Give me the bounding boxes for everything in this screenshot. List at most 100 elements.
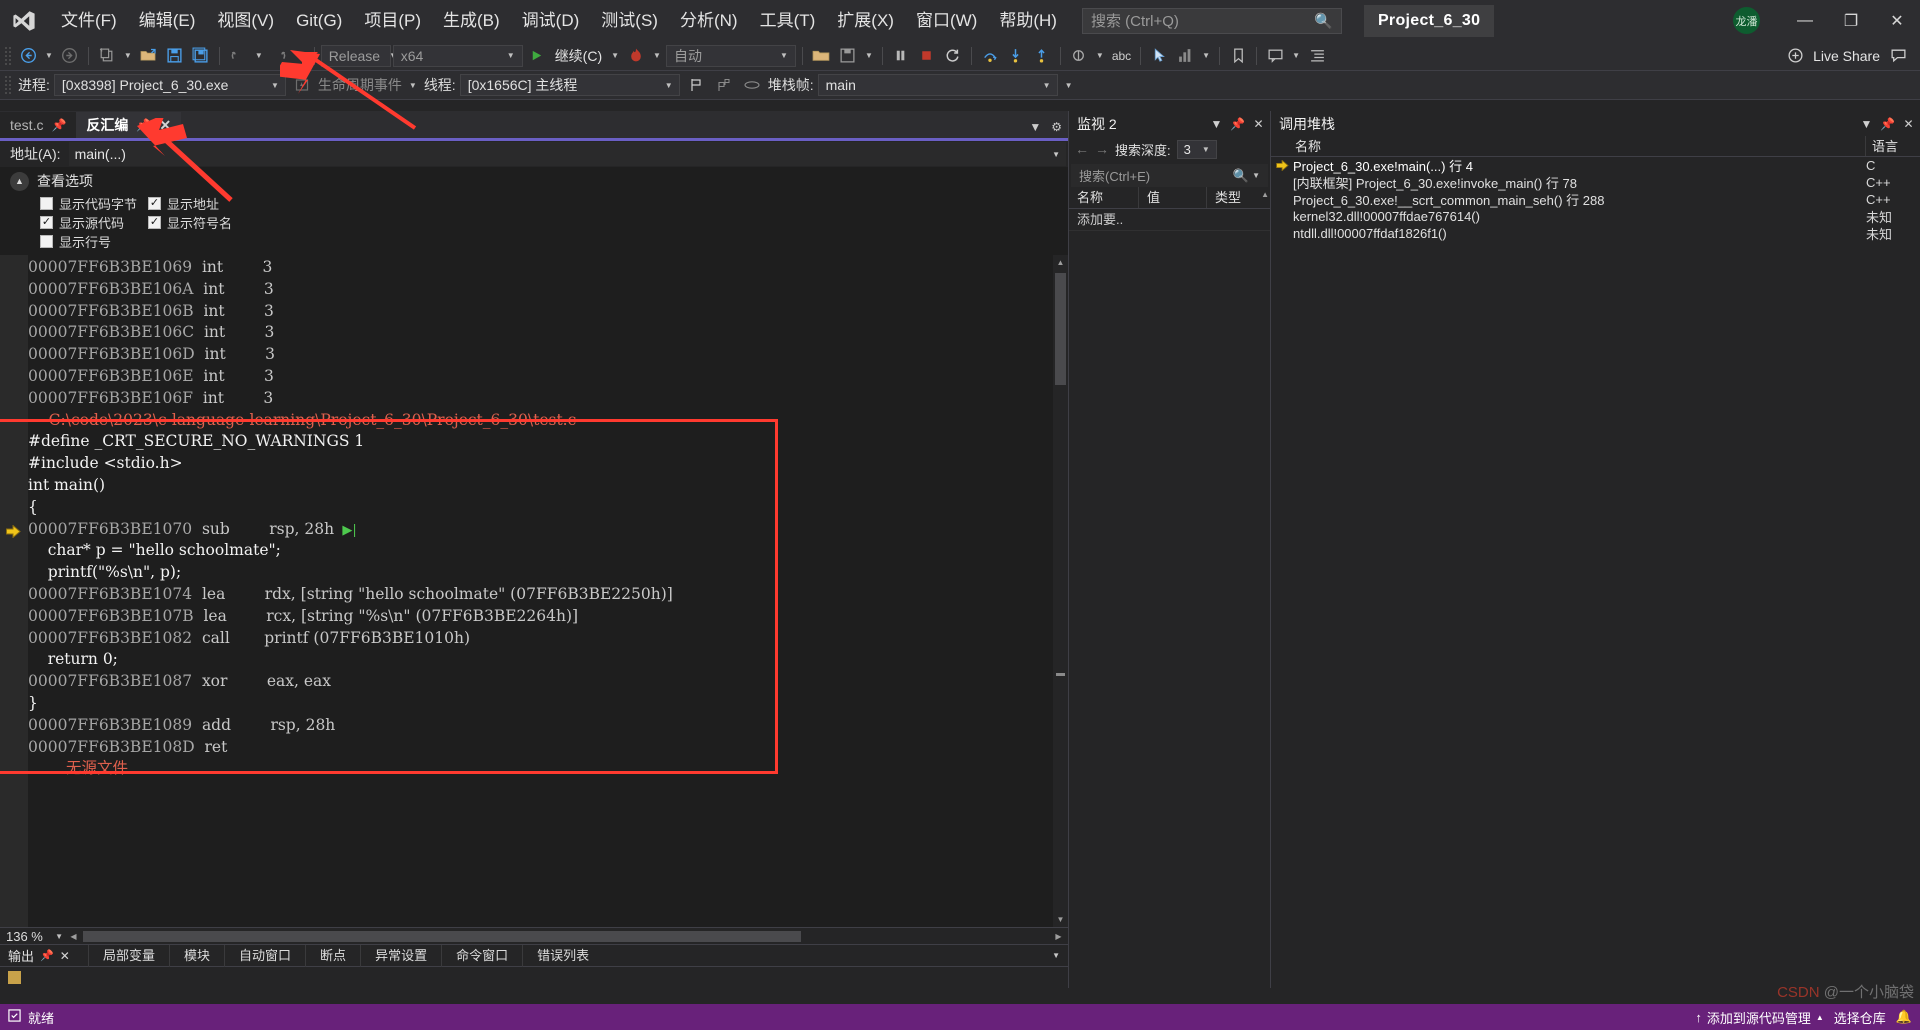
- close-icon[interactable]: ✕: [60, 949, 70, 963]
- menu-git[interactable]: Git(G): [285, 0, 353, 41]
- editor-gutter[interactable]: [0, 255, 28, 927]
- search-depth-combo[interactable]: 3 ▼: [1176, 139, 1217, 159]
- save-icon[interactable]: [163, 44, 187, 68]
- pin-icon[interactable]: 📌: [40, 949, 54, 962]
- pin-icon[interactable]: 📌: [136, 118, 151, 132]
- disassembly-line[interactable]: 00007FF6B3BE106F int 3: [28, 388, 1068, 410]
- checkbox-show-symbol-names[interactable]: ✓ 显示符号名: [148, 213, 232, 232]
- editor-horizontal-scrollbar[interactable]: [81, 928, 1035, 944]
- menu-view[interactable]: 视图(V): [206, 0, 285, 41]
- disassembly-line[interactable]: 00007FF6B3BE1069 int 3: [28, 257, 1068, 279]
- indent-icon[interactable]: [1305, 44, 1329, 68]
- new-item-dropdown-icon[interactable]: ▼: [121, 51, 135, 60]
- arrow-left-icon[interactable]: ←: [1075, 141, 1089, 157]
- bell-icon[interactable]: 🔔: [1896, 1009, 1912, 1025]
- continue-label[interactable]: 继续(C): [551, 46, 606, 66]
- hscroll-thumb[interactable]: [83, 930, 801, 942]
- watch-search-input[interactable]: 搜索(Ctrl+E) 🔍 ▼: [1071, 164, 1268, 187]
- source-line[interactable]: int main(): [28, 475, 1068, 497]
- pause-icon[interactable]: [889, 44, 913, 68]
- tab-exception-settings[interactable]: 异常设置: [360, 944, 441, 967]
- flag-all-threads-icon[interactable]: [712, 73, 736, 97]
- scroll-right-button[interactable]: ▶: [1051, 929, 1066, 944]
- comment-dropdown-icon[interactable]: ▼: [1289, 51, 1303, 60]
- lifecycle-events-icon[interactable]: [290, 73, 314, 97]
- disassembly-line[interactable]: 00007FF6B3BE1089 add rsp, 28h: [28, 715, 1068, 737]
- disassembly-line[interactable]: 00007FF6B3BE1082 call printf (07FF6B3BE1…: [28, 628, 1068, 650]
- stackframe-combo[interactable]: main ▼: [817, 74, 1058, 96]
- disassembly-line[interactable]: 00007FF6B3BE106E int 3: [28, 366, 1068, 388]
- redo-icon[interactable]: [268, 44, 292, 68]
- tab-test-c[interactable]: test.c 📌: [0, 112, 77, 138]
- avatar[interactable]: 龙潘: [1733, 7, 1760, 34]
- hot-reload-icon[interactable]: [624, 44, 648, 68]
- zoom-combo[interactable]: 136 % ▼: [0, 929, 66, 944]
- call-stack-row[interactable]: [内联框架] Project_6_30.exe!invoke_main() 行 …: [1271, 174, 1920, 191]
- pointer-select-icon[interactable]: [1147, 44, 1171, 68]
- call-stack-column-language[interactable]: 语言: [1866, 136, 1920, 156]
- toolbar-grip[interactable]: [4, 45, 12, 66]
- diagnostics-dropdown-icon[interactable]: ▼: [1199, 51, 1213, 60]
- close-button[interactable]: ✕: [1874, 0, 1920, 41]
- output-source-icon[interactable]: [8, 971, 21, 984]
- project-title-tab[interactable]: Project_6_30: [1363, 4, 1495, 37]
- disassembly-line[interactable]: 00007FF6B3BE1074 lea rdx, [string "hello…: [28, 584, 1068, 606]
- abc-icon[interactable]: abc: [1109, 44, 1134, 68]
- scroll-up-button[interactable]: ▲: [1053, 255, 1068, 270]
- live-share-label[interactable]: Live Share: [1809, 48, 1884, 64]
- call-stack-column-name[interactable]: 名称: [1271, 136, 1866, 156]
- add-to-source-control[interactable]: ↑ 添加到源代码管理 ▲: [1695, 1008, 1823, 1027]
- live-share-icon[interactable]: [1783, 44, 1807, 68]
- tab-error-list[interactable]: 错误列表: [522, 944, 603, 967]
- disassembly-line[interactable]: 00007FF6B3BE106A int 3: [28, 279, 1068, 301]
- auto-combo[interactable]: 自动 ▼: [665, 44, 796, 67]
- menu-edit[interactable]: 编辑(E): [128, 0, 207, 41]
- source-path-line[interactable]: --- C:\code\2023\c-language-learning\Pro…: [28, 410, 1068, 432]
- navigate-forward-icon[interactable]: [58, 44, 82, 68]
- pin-icon[interactable]: 📌: [51, 118, 66, 132]
- source-line[interactable]: return 0;: [28, 649, 1068, 671]
- call-stack-row[interactable]: Project_6_30.exe!__scrt_common_main_seh(…: [1271, 191, 1920, 208]
- call-stack-rows[interactable]: Project_6_30.exe!main(...) 行 4 C [内联框架] Pr…: [1271, 157, 1920, 988]
- minimize-button[interactable]: —: [1782, 0, 1828, 41]
- checkbox-show-source[interactable]: ✓ 显示源代码: [40, 213, 148, 232]
- show-only-flagged-icon[interactable]: [740, 73, 764, 97]
- source-line[interactable]: {: [28, 497, 1068, 519]
- editor-vertical-scrollbar[interactable]: ▲ ▼: [1053, 255, 1068, 927]
- call-stack-row[interactable]: kernel32.dll!00007ffdae767614() 未知: [1271, 208, 1920, 225]
- restart-icon[interactable]: [941, 44, 965, 68]
- watch-column-value[interactable]: 值: [1139, 187, 1207, 208]
- menu-project[interactable]: 项目(P): [353, 0, 432, 41]
- stop-debugging-icon[interactable]: [915, 44, 939, 68]
- continue-dropdown-icon[interactable]: ▼: [608, 51, 622, 60]
- checkbox-show-address[interactable]: ✓ 显示地址: [148, 194, 219, 213]
- redo-dropdown-icon[interactable]: ▼: [294, 51, 308, 60]
- new-item-icon[interactable]: [95, 44, 119, 68]
- menu-help[interactable]: 帮助(H): [988, 0, 1068, 41]
- scroll-down-button[interactable]: ▼: [1053, 912, 1068, 927]
- gear-icon[interactable]: ⚙: [1051, 120, 1062, 134]
- disassembly-line[interactable]: 00007FF6B3BE106D int 3: [28, 344, 1068, 366]
- disassembly-line[interactable]: 00007FF6B3BE1070 sub rsp, 28h ▶|: [6, 519, 1068, 541]
- undo-icon[interactable]: [226, 44, 250, 68]
- source-line[interactable]: }: [28, 693, 1068, 715]
- continue-button[interactable]: [525, 44, 549, 68]
- source-line[interactable]: #define _CRT_SECURE_NO_WARNINGS 1: [28, 431, 1068, 453]
- menu-debug[interactable]: 调试(D): [511, 0, 591, 41]
- undo-dropdown-icon[interactable]: ▼: [252, 51, 266, 60]
- thread-dropdown-icon[interactable]: ▼: [1093, 51, 1107, 60]
- menu-analyze[interactable]: 分析(N): [669, 0, 749, 41]
- menu-file[interactable]: 文件(F): [50, 0, 128, 41]
- global-search-input[interactable]: 搜索 (Ctrl+Q) 🔍: [1081, 7, 1342, 34]
- disassembly-view[interactable]: 00007FF6B3BE1069 int 3 00007FF6B3BE106A i…: [0, 255, 1068, 927]
- disassembly-line[interactable]: 00007FF6B3BE108D ret: [28, 737, 1068, 759]
- close-icon[interactable]: ✕: [159, 117, 171, 134]
- thread-combo[interactable]: [0x1656C] 主线程 ▼: [459, 74, 680, 96]
- pin-icon[interactable]: 📌: [1230, 117, 1245, 131]
- disassembly-line[interactable]: 00007FF6B3BE106C int 3: [28, 322, 1068, 344]
- configuration-combo[interactable]: Release ▼: [320, 44, 397, 67]
- chevron-up-icon[interactable]: ▲: [10, 171, 29, 191]
- menu-extensions[interactable]: 扩展(X): [826, 0, 905, 41]
- source-line[interactable]: char* p = "hello schoolmate";: [28, 540, 1068, 562]
- diagnostics-icon[interactable]: [1173, 44, 1197, 68]
